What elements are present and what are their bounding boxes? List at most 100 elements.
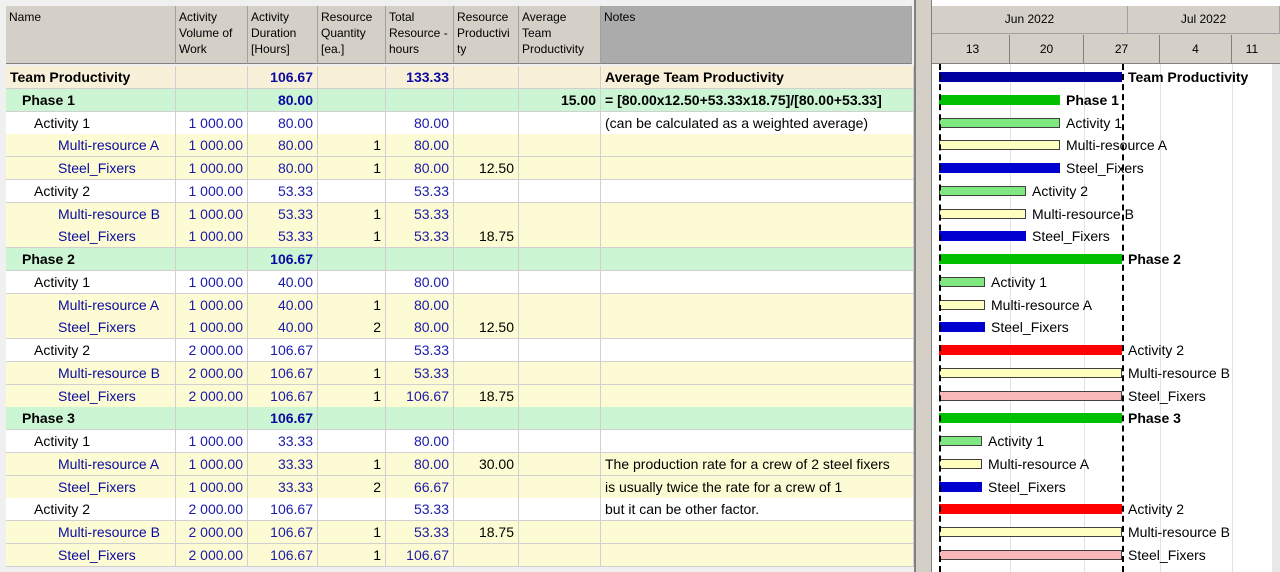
cell-total[interactable]: 80.00 bbox=[386, 270, 454, 294]
cell-quantity[interactable] bbox=[318, 339, 386, 362]
cell-quantity[interactable] bbox=[318, 66, 386, 89]
cell-quantity[interactable]: 1 bbox=[318, 225, 386, 249]
cell-duration[interactable]: 40.00 bbox=[248, 270, 318, 294]
cell-name[interactable]: Team Productivity bbox=[6, 66, 176, 89]
cell-notes[interactable] bbox=[601, 430, 914, 453]
cell-quantity[interactable]: 1 bbox=[318, 361, 386, 385]
cell-volume[interactable]: 1 000.00 bbox=[176, 316, 248, 340]
cell-quantity[interactable] bbox=[318, 430, 386, 453]
column-header-average-productivity[interactable]: Average Team Productivity bbox=[519, 6, 601, 64]
cell-total[interactable]: 80.00 bbox=[386, 452, 454, 476]
cell-avg[interactable] bbox=[519, 316, 601, 340]
cell-prod[interactable] bbox=[454, 270, 519, 294]
cell-name[interactable]: Multi-resource B bbox=[6, 202, 176, 226]
cell-name[interactable]: Steel_Fixers bbox=[6, 475, 176, 499]
cell-total[interactable]: 80.00 bbox=[386, 316, 454, 340]
gantt-bar[interactable] bbox=[939, 185, 1026, 196]
cell-total[interactable]: 80.00 bbox=[386, 111, 454, 135]
cell-name[interactable]: Phase 1 bbox=[6, 88, 176, 112]
cell-quantity[interactable]: 1 bbox=[318, 202, 386, 226]
cell-duration[interactable]: 106.67 bbox=[248, 543, 318, 567]
cell-prod[interactable] bbox=[454, 66, 519, 89]
cell-volume[interactable]: 2 000.00 bbox=[176, 361, 248, 385]
table-row[interactable]: Activity 11 000.00 80.00 80.00 (can be calc… bbox=[6, 111, 914, 135]
cell-prod[interactable] bbox=[454, 361, 519, 385]
cell-duration[interactable]: 40.00 bbox=[248, 316, 318, 340]
cell-volume[interactable]: 1 000.00 bbox=[176, 293, 248, 317]
table-row[interactable]: Multi-resource A1 000.00 40.00 1 80.00 bbox=[6, 293, 914, 317]
cell-avg[interactable] bbox=[519, 248, 601, 271]
cell-name[interactable]: Steel_Fixers bbox=[6, 384, 176, 408]
cell-quantity[interactable]: 2 bbox=[318, 475, 386, 499]
cell-name[interactable]: Multi-resource A bbox=[6, 134, 176, 158]
column-header-quantity[interactable]: Resource Quantity [ea.] bbox=[318, 6, 386, 64]
cell-notes[interactable] bbox=[601, 179, 914, 203]
cell-prod[interactable] bbox=[454, 498, 519, 522]
table-row[interactable]: Activity 22 000.00 106.67 53.33 but it can … bbox=[6, 498, 914, 522]
column-header-total-hours[interactable]: Total Resource -hours bbox=[386, 6, 454, 64]
cell-quantity[interactable]: 1 bbox=[318, 134, 386, 158]
cell-duration[interactable]: 106.67 bbox=[248, 384, 318, 408]
table-row[interactable]: Multi-resource A1 000.00 80.00 1 80.00 bbox=[6, 134, 914, 158]
cell-name[interactable]: Steel_Fixers bbox=[6, 543, 176, 567]
gantt-bar[interactable] bbox=[939, 254, 1122, 264]
cell-duration[interactable]: 80.00 bbox=[248, 134, 318, 158]
cell-name[interactable]: Phase 3 bbox=[6, 407, 176, 431]
cell-volume[interactable]: 1 000.00 bbox=[176, 475, 248, 499]
gantt-bar[interactable] bbox=[939, 208, 1026, 219]
cell-total[interactable]: 53.33 bbox=[386, 498, 454, 522]
cell-name[interactable]: Activity 2 bbox=[6, 498, 176, 522]
gantt-bar[interactable] bbox=[939, 458, 982, 469]
cell-name[interactable]: Steel_Fixers bbox=[6, 316, 176, 340]
cell-volume[interactable]: 1 000.00 bbox=[176, 111, 248, 135]
cell-notes[interactable] bbox=[601, 293, 914, 317]
cell-prod[interactable]: 18.75 bbox=[454, 384, 519, 408]
cell-name[interactable]: Activity 1 bbox=[6, 430, 176, 453]
cell-prod[interactable] bbox=[454, 179, 519, 203]
cell-duration[interactable]: 106.67 bbox=[248, 66, 318, 89]
cell-quantity[interactable] bbox=[318, 88, 386, 112]
cell-notes[interactable]: Average Team Productivity bbox=[601, 66, 914, 89]
cell-notes[interactable]: = [80.00x12.50+53.33x18.75]/[80.00+53.33… bbox=[601, 88, 914, 112]
cell-total[interactable]: 53.33 bbox=[386, 361, 454, 385]
cell-notes[interactable] bbox=[601, 543, 914, 567]
cell-volume[interactable] bbox=[176, 88, 248, 112]
cell-name[interactable]: Multi-resource A bbox=[6, 293, 176, 317]
cell-quantity[interactable] bbox=[318, 111, 386, 135]
table-row[interactable]: Activity 11 000.00 33.33 80.00 bbox=[6, 430, 914, 453]
cell-avg[interactable] bbox=[519, 361, 601, 385]
cell-prod[interactable] bbox=[454, 407, 519, 431]
cell-total[interactable]: 53.33 bbox=[386, 521, 454, 544]
cell-notes[interactable] bbox=[601, 384, 914, 408]
cell-notes[interactable] bbox=[601, 270, 914, 294]
cell-name[interactable]: Multi-resource B bbox=[6, 521, 176, 544]
column-header-productivity[interactable]: Resource Productivi ty bbox=[454, 6, 519, 64]
cell-quantity[interactable]: 1 bbox=[318, 157, 386, 180]
cell-notes[interactable] bbox=[601, 202, 914, 226]
cell-notes[interactable] bbox=[601, 248, 914, 271]
column-header-notes[interactable]: Notes bbox=[601, 6, 912, 64]
table-row[interactable]: Phase 1 80.00 15.00 = [80.00x12.50+53.33x18… bbox=[6, 88, 914, 112]
table-row[interactable]: Steel_Fixers 1 000.00 33.33 2 66.67 is usuall… bbox=[6, 475, 914, 499]
cell-name[interactable]: Steel_Fixers bbox=[6, 225, 176, 249]
cell-volume[interactable]: 2 000.00 bbox=[176, 543, 248, 567]
table-row[interactable]: Activity 11 000.00 40.00 80.00 bbox=[6, 270, 914, 294]
gantt-bar[interactable] bbox=[939, 276, 985, 287]
cell-volume[interactable]: 2 000.00 bbox=[176, 498, 248, 522]
cell-duration[interactable]: 106.67 bbox=[248, 248, 318, 271]
gantt-bar[interactable] bbox=[939, 163, 1060, 173]
cell-avg[interactable] bbox=[519, 293, 601, 317]
cell-name[interactable]: Multi-resource A bbox=[6, 452, 176, 476]
cell-prod[interactable] bbox=[454, 134, 519, 158]
cell-avg[interactable] bbox=[519, 270, 601, 294]
table-row[interactable]: Steel_Fixers 1 000.00 40.00 2 80.00 12.50 bbox=[6, 316, 914, 340]
cell-name[interactable]: Activity 2 bbox=[6, 179, 176, 203]
cell-avg[interactable] bbox=[519, 134, 601, 158]
cell-total[interactable] bbox=[386, 248, 454, 271]
column-header-duration[interactable]: Activity Duration [Hours] bbox=[248, 6, 318, 64]
cell-total[interactable]: 80.00 bbox=[386, 157, 454, 180]
cell-prod[interactable]: 30.00 bbox=[454, 452, 519, 476]
cell-quantity[interactable] bbox=[318, 179, 386, 203]
cell-volume[interactable]: 2 000.00 bbox=[176, 339, 248, 362]
cell-avg[interactable] bbox=[519, 157, 601, 180]
